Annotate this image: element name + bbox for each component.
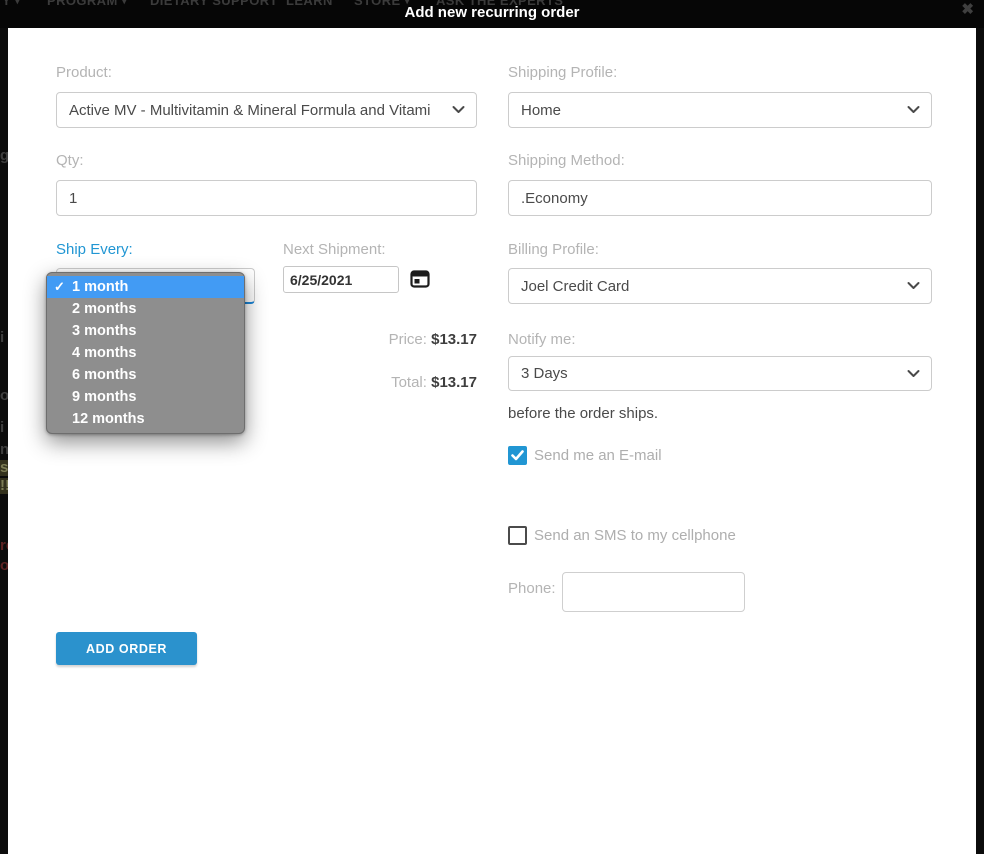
chevron-down-icon [907, 106, 920, 115]
phone-input[interactable] [562, 572, 745, 612]
qty-input[interactable] [56, 180, 477, 216]
add-recurring-order-modal: Product: Active MV - Multivitamin & Mine… [8, 28, 976, 854]
total-row: Total: $13.17 [283, 374, 477, 391]
chevron-down-icon: ▾ [15, 0, 20, 7]
shipping-method-label: Shipping Method: [508, 152, 625, 169]
next-shipment-input[interactable] [283, 266, 399, 293]
sms-optin-row: Send an SMS to my cellphone [508, 526, 736, 545]
dropdown-option-1-month[interactable]: ✓1 month [47, 276, 244, 298]
dropdown-option-9-months[interactable]: 9 months [47, 386, 244, 408]
price-row: Price: $13.17 [283, 331, 477, 348]
background-text-fragment: i [0, 330, 8, 346]
product-select[interactable]: Active MV - Multivitamin & Mineral Formu… [56, 92, 477, 128]
chevron-down-icon [452, 106, 465, 115]
notify-me-value: 3 Days [521, 365, 568, 382]
sms-optin-label: Send an SMS to my cellphone [534, 527, 736, 544]
email-optin-checkbox[interactable] [508, 446, 527, 465]
notify-me-label: Notify me: [508, 331, 576, 348]
billing-profile-value: Joel Credit Card [521, 278, 629, 295]
chevron-down-icon: ▾ [122, 0, 127, 7]
billing-profile-label: Billing Profile: [508, 241, 599, 258]
checkmark-icon [511, 450, 524, 461]
close-icon[interactable]: ✖ [961, 0, 974, 18]
add-order-button[interactable]: ADD ORDER [56, 632, 197, 665]
notify-me-select[interactable]: 3 Days [508, 356, 932, 391]
price-label: Price: [389, 331, 427, 348]
checkmark-icon: ✓ [54, 276, 65, 298]
modal-title: Add new recurring order [404, 4, 579, 21]
dropdown-option-2-months[interactable]: 2 months [47, 298, 244, 320]
background-text-fragment: s [0, 460, 8, 476]
ship-every-label: Ship Every: [56, 241, 133, 258]
next-shipment-label: Next Shipment: [283, 241, 386, 258]
total-label: Total: [391, 374, 427, 391]
chevron-down-icon [907, 369, 920, 378]
qty-label: Qty: [56, 152, 84, 169]
notify-suffix-text: before the order ships. [508, 405, 658, 422]
shipping-profile-select[interactable]: Home [508, 92, 932, 128]
background-text-fragment: re [0, 538, 8, 554]
background-text-fragment: n [0, 442, 8, 458]
nav-item-dietary-support[interactable]: DIETARY SUPPORT [150, 0, 278, 8]
shipping-method-input[interactable] [508, 180, 932, 216]
product-select-value: Active MV - Multivitamin & Mineral Formu… [69, 102, 431, 119]
chevron-down-icon [907, 282, 920, 291]
email-optin-label: Send me an E-mail [534, 447, 662, 464]
nav-item-store[interactable]: STORE ▾ [354, 0, 410, 8]
ship-every-dropdown: ✓1 month 2 months 3 months 4 months 6 mo… [46, 272, 245, 434]
price-value: $13.17 [431, 331, 477, 348]
background-text-fragment: !! [0, 478, 8, 494]
nav-item-program[interactable]: PROGRAM ▾ [47, 0, 127, 8]
dropdown-option-4-months[interactable]: 4 months [47, 342, 244, 364]
dropdown-option-6-months[interactable]: 6 months [47, 364, 244, 386]
top-bar: Y ▾ PROGRAM ▾ DIETARY SUPPORT LEARN STOR… [0, 0, 984, 28]
background-text-fragment: i [0, 420, 8, 436]
billing-profile-select[interactable]: Joel Credit Card [508, 268, 932, 304]
shipping-profile-label: Shipping Profile: [508, 64, 617, 81]
total-value: $13.17 [431, 374, 477, 391]
product-label: Product: [56, 64, 112, 81]
background-text-fragment: g [0, 148, 8, 164]
sms-optin-checkbox[interactable] [508, 526, 527, 545]
dropdown-option-3-months[interactable]: 3 months [47, 320, 244, 342]
background-text-fragment: ot [0, 558, 8, 574]
phone-label: Phone: [508, 580, 556, 597]
nav-item[interactable]: Y ▾ [2, 0, 20, 8]
calendar-icon[interactable] [410, 269, 430, 289]
nav-item-learn[interactable]: LEARN [286, 0, 333, 8]
shipping-profile-value: Home [521, 102, 561, 119]
background-text-fragment: o [0, 388, 8, 404]
email-optin-row: Send me an E-mail [508, 446, 662, 465]
dropdown-option-12-months[interactable]: 12 months [47, 408, 244, 430]
